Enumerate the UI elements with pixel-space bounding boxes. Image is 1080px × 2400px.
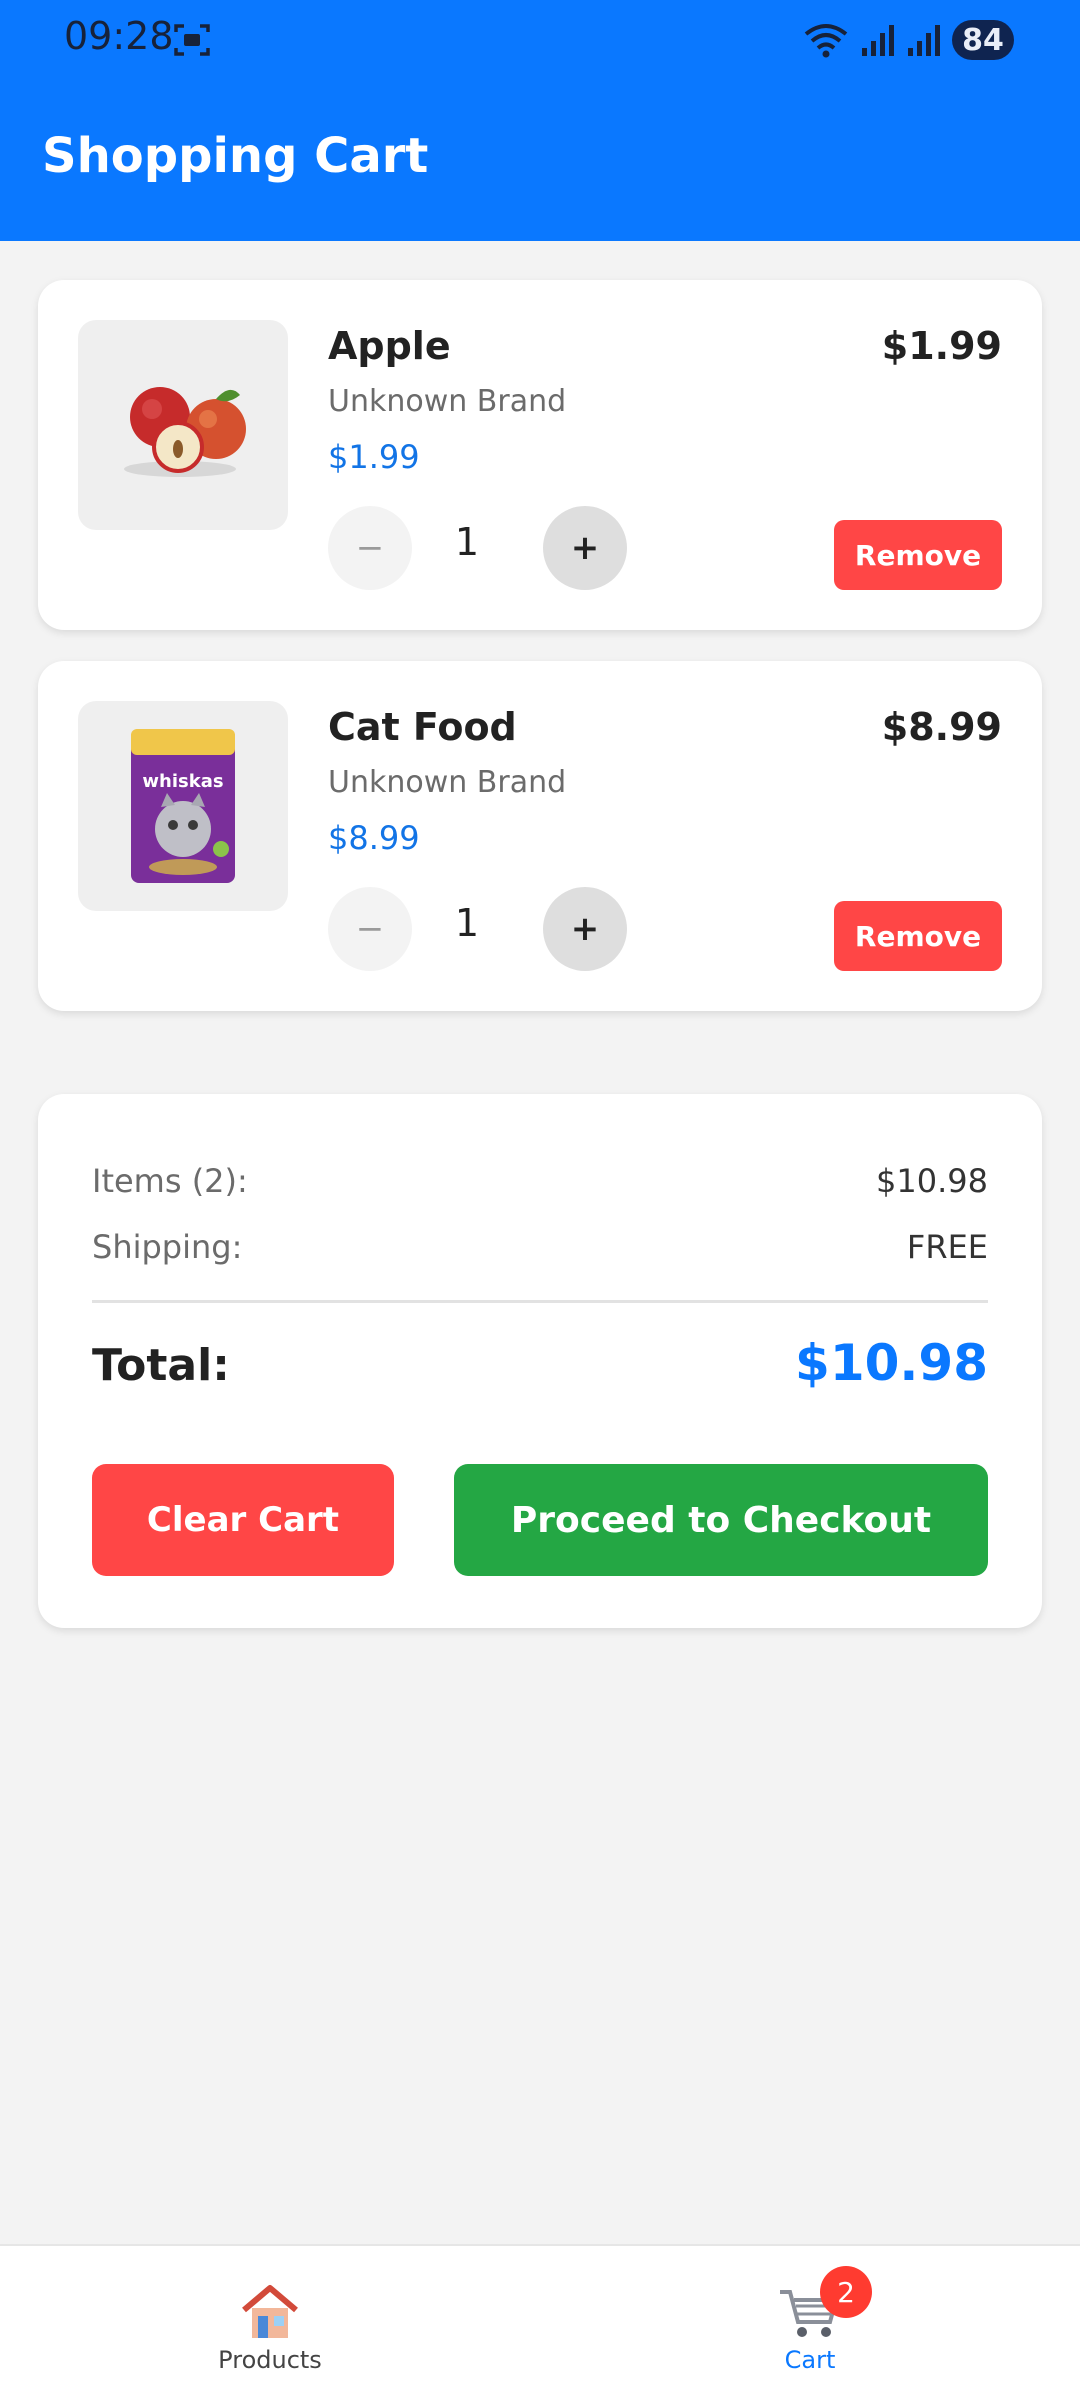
order-summary: Items (2): $10.98 Shipping: FREE Total: … — [38, 1094, 1042, 1628]
wifi-icon — [804, 24, 848, 58]
screen-record-icon — [174, 24, 210, 56]
nav-cart[interactable]: 2 Cart — [540, 2246, 1080, 2400]
status-icons: 84 — [802, 18, 1014, 62]
item-brand: Unknown Brand — [328, 384, 567, 419]
item-line-total: $1.99 — [881, 324, 1002, 368]
item-name: Apple — [328, 324, 451, 368]
item-name: Cat Food — [328, 705, 517, 749]
increase-quantity-button[interactable]: + — [543, 506, 627, 590]
remove-item-button[interactable]: Remove — [834, 520, 1002, 590]
clear-cart-button[interactable]: Clear Cart — [92, 1464, 394, 1576]
signal-icon — [862, 25, 894, 56]
nav-products-label: Products — [218, 2346, 322, 2374]
shipping-value: FREE — [906, 1228, 988, 1266]
app-header: 09:28 84 Shopping Cart — [0, 0, 1080, 241]
nav-products[interactable]: Products — [0, 2246, 540, 2400]
status-bar: 09:28 84 — [0, 0, 1080, 80]
cat-food-image: whiskas — [131, 729, 235, 883]
remove-item-button[interactable]: Remove — [834, 901, 1002, 971]
decrease-quantity-button[interactable]: − — [328, 887, 412, 971]
home-icon — [238, 2282, 302, 2342]
increase-quantity-button[interactable]: + — [543, 887, 627, 971]
items-count-label: Items (2): — [92, 1162, 248, 1200]
quantity-value: 1 — [454, 901, 480, 945]
item-unit-price: $1.99 — [328, 438, 420, 476]
page-title: Shopping Cart — [42, 128, 429, 184]
product-image-cat-food: whiskas — [78, 701, 288, 911]
cart-count-badge: 2 — [820, 2266, 872, 2318]
item-unit-price: $8.99 — [328, 819, 420, 857]
signal-icon-2 — [908, 25, 940, 56]
bottom-navigation: Products 2 Cart — [0, 2244, 1080, 2400]
nav-cart-label: Cart — [784, 2346, 836, 2374]
items-subtotal: $10.98 — [876, 1162, 988, 1200]
apple-image — [124, 387, 246, 477]
product-image-apple — [78, 320, 288, 530]
cart-icon: 2 — [778, 2266, 872, 2342]
cart-item-apple: Apple Unknown Brand $1.99 $1.99 − 1 + Re… — [38, 280, 1042, 630]
decrease-quantity-button[interactable]: − — [328, 506, 412, 590]
shipping-label: Shipping: — [92, 1228, 243, 1266]
item-brand: Unknown Brand — [328, 765, 567, 800]
item-line-total: $8.99 — [881, 705, 1002, 749]
battery-level: 84 — [952, 20, 1014, 60]
status-time: 09:28 — [64, 14, 174, 58]
checkout-button[interactable]: Proceed to Checkout — [454, 1464, 988, 1576]
total-value: $10.98 — [795, 1334, 988, 1392]
quantity-value: 1 — [454, 520, 480, 564]
summary-divider — [92, 1300, 988, 1303]
brand-label: whiskas — [142, 771, 223, 792]
cart-item-cat-food: whiskas Cat Food Unknown Brand $8.99 $8.… — [38, 661, 1042, 1011]
total-label: Total: — [92, 1340, 230, 1391]
